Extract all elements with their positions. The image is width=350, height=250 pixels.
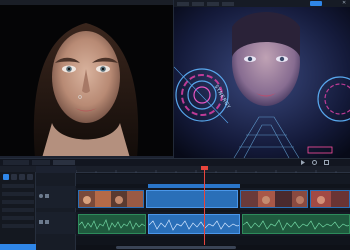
transform-icon[interactable] — [0, 244, 36, 250]
audio-clip[interactable] — [78, 214, 146, 234]
timeline-tab-3[interactable] — [53, 160, 75, 165]
hand-icon[interactable] — [11, 174, 17, 180]
marker-row[interactable] — [76, 174, 350, 184]
settings-icon[interactable] — [312, 160, 317, 165]
close-icon[interactable]: ✕ — [342, 1, 347, 6]
list-item[interactable] — [2, 184, 34, 188]
media-panel — [0, 166, 36, 250]
media-panel-header — [0, 166, 36, 172]
playhead-handle[interactable] — [201, 166, 208, 170]
track-headers — [36, 166, 76, 250]
timeline[interactable] — [76, 166, 350, 250]
viewer-tab-4[interactable] — [222, 1, 234, 6]
program-video-frame — [174, 7, 350, 158]
viewer-tab-2[interactable] — [192, 1, 204, 6]
source-viewer[interactable] — [0, 5, 173, 158]
play-icon[interactable] — [300, 160, 306, 165]
viewer-mode-button[interactable] — [310, 1, 322, 6]
program-viewer[interactable]: ✕ SYNERGY — [173, 0, 350, 158]
video-clip[interactable] — [240, 190, 308, 208]
video-clip[interactable] — [78, 190, 144, 208]
ruler-ticks — [76, 170, 337, 173]
video-track-header[interactable] — [36, 186, 76, 208]
scrollbar-thumb[interactable] — [116, 246, 236, 249]
viewer-tab-1[interactable] — [177, 1, 189, 6]
audio-waveform — [79, 219, 145, 232]
audio-waveform — [149, 219, 239, 231]
timeline-ruler[interactable] — [76, 166, 350, 173]
video-clip[interactable] — [146, 190, 238, 208]
sequence-name-header — [36, 166, 76, 173]
audio-waveform — [243, 219, 349, 231]
eye-icon[interactable] — [39, 194, 43, 198]
list-item[interactable] — [2, 200, 34, 204]
list-item[interactable] — [2, 216, 34, 220]
audio-track-header[interactable] — [36, 212, 76, 234]
clip-thumbnails — [241, 191, 307, 207]
mute-icon[interactable] — [45, 220, 49, 224]
timeline-tab-2[interactable] — [32, 160, 50, 165]
video-clip[interactable] — [310, 190, 350, 208]
timeline-scrollbar[interactable] — [76, 245, 350, 250]
list-item[interactable] — [2, 192, 34, 196]
audio-clip[interactable] — [242, 214, 350, 234]
timeline-tab-1[interactable] — [3, 160, 29, 165]
expand-icon[interactable] — [324, 160, 329, 165]
list-item[interactable] — [2, 224, 34, 228]
audio-track[interactable] — [76, 212, 350, 236]
zoom-icon[interactable] — [19, 174, 25, 180]
clip-thumbnails — [311, 191, 349, 207]
audio-clip[interactable] — [148, 214, 240, 234]
pointer-icon[interactable] — [3, 174, 9, 180]
speaker-icon[interactable] — [39, 220, 43, 224]
media-list[interactable] — [2, 184, 34, 244]
video-track[interactable] — [76, 188, 350, 210]
lock-icon[interactable] — [45, 194, 49, 198]
viewer-tab-3[interactable] — [207, 1, 219, 6]
list-item[interactable] — [2, 208, 34, 212]
timeline-tab-bar — [0, 158, 350, 166]
source-video-frame — [0, 5, 173, 158]
viewer-tab-bar: ✕ — [174, 0, 350, 7]
playhead[interactable] — [204, 166, 205, 250]
crop-icon[interactable] — [27, 174, 33, 180]
clip-thumbnails — [79, 191, 143, 207]
